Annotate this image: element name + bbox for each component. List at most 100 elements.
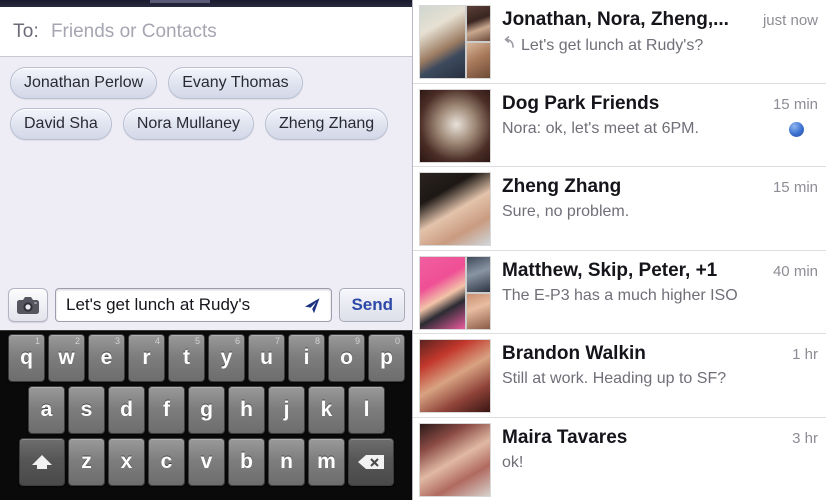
backspace-icon [358,455,384,469]
conversation-row[interactable]: Jonathan, Nora, Zheng,... just now Let's g… [413,0,826,84]
key-label: y [220,346,233,369]
camera-button[interactable] [8,288,48,322]
key-superscript: 6 [234,336,240,346]
key-label: m [317,450,336,473]
conversation-row[interactable]: Dog Park Friends 15 min Nora: ok, let's me… [413,83,826,167]
key-f[interactable]: f [148,386,185,434]
key-z[interactable]: z [68,438,105,486]
conversation-snippet-text: The E-P3 has a much higher ISO [502,286,738,304]
key-o[interactable]: 9o [328,334,365,382]
avatar-photo-main [420,173,490,245]
recipient-chip[interactable]: Nora Mullaney [122,108,254,140]
key-e[interactable]: 3e [88,334,125,382]
key-v[interactable]: v [188,438,225,486]
recipient-chip[interactable]: David Sha [10,108,112,140]
conversation-timestamp: 15 min [772,179,818,196]
keyboard-row-2: asdf g hjkl [0,386,412,434]
messenger-screen: To: Friends or Contacts Jonathan Perlow E… [0,0,826,500]
key-label: f [163,398,170,421]
conversation-timestamp: 15 min [772,95,818,113]
keyboard-row-1: 1q2w3e4r5t6y7u8i9o0p [0,334,412,382]
backspace-key[interactable] [348,438,394,486]
conversation-snippet-row: Sure, no problem. [502,198,818,221]
avatar-photo-stack [467,6,490,78]
key-l[interactable]: l [348,386,385,434]
avatar [419,422,491,497]
recipient-chip[interactable]: Zheng Zhang [264,108,389,140]
key-label: v [200,450,213,473]
key-superscript: 8 [314,336,320,346]
message-input[interactable]: Let's get lunch at Rudy's [55,288,333,322]
recipient-field-row[interactable]: To: Friends or Contacts [0,7,412,57]
key-label: c [160,450,173,473]
conversation-snippet-row: The E-P3 has a much higher ISO [502,282,818,305]
conversation-participants: Dog Park Friends [502,92,660,114]
conversation-participants: Maira Tavares [502,426,628,448]
paper-plane-icon[interactable] [302,295,323,316]
key-s[interactable]: s [68,386,105,434]
keyboard-row-3: zxc v b n m [0,438,412,486]
conversation-row[interactable]: Matthew, Skip, Peter, +1 40 min The E-P3 h… [413,250,826,334]
avatar [419,172,491,246]
avatar [419,339,491,413]
key-u[interactable]: 7u [248,334,285,382]
key-superscript: 3 [114,336,120,346]
key-label: g [200,398,213,421]
key-q[interactable]: 1q [8,334,45,382]
key-c[interactable]: c [148,438,185,486]
key-label: s [80,398,93,421]
reply-arrow-icon [502,36,516,55]
recipient-chip[interactable]: Jonathan Perlow [10,67,158,99]
shift-key[interactable] [19,438,65,486]
conversation-snippet-row: Nora: ok, let's meet at 6PM. [502,115,818,138]
send-button[interactable]: Send [339,288,405,322]
key-label: t [183,346,190,369]
key-superscript: 5 [194,336,200,346]
key-b[interactable]: b [228,438,265,486]
conversation-row[interactable]: Brandon Walkin 1 hr Still at work. Heading… [413,334,826,418]
key-h[interactable]: h [228,386,265,434]
unread-indicator [789,121,804,137]
key-label: n [280,450,293,473]
conversation-snippet-text: Nora: ok, let's meet at 6PM. [502,119,699,137]
avatar-photo-secondary [467,6,490,41]
key-superscript: 2 [74,336,80,346]
conversation-timestamp: 1 hr [792,346,818,363]
key-n[interactable]: n [268,438,305,486]
key-superscript: 0 [394,336,400,346]
status-bar [0,0,412,7]
conversation-list[interactable]: Jonathan, Nora, Zheng,... just now Let's g… [413,0,826,500]
key-j[interactable]: j [268,386,305,434]
key-label: h [240,398,253,421]
key-w[interactable]: 2w [48,334,85,382]
key-a[interactable]: a [28,386,65,434]
key-y[interactable]: 6y [208,334,245,382]
avatar-photo-secondary [467,43,490,78]
avatar-photo-main [420,89,490,162]
conversation-body: Brandon Walkin 1 hr Still at work. Heading… [491,339,818,388]
avatar [419,88,491,163]
key-g[interactable]: g [188,386,225,434]
key-superscript: 1 [34,336,40,346]
key-r[interactable]: 4r [128,334,165,382]
key-k[interactable]: k [308,386,345,434]
avatar-photo-stack [467,256,490,329]
conversation-body: Matthew, Skip, Peter, +1 40 min The E-P3 h… [491,256,818,305]
key-label: r [142,346,151,369]
key-label: b [240,450,253,473]
key-superscript: 7 [274,336,280,346]
shift-icon [32,455,52,469]
key-d[interactable]: d [108,386,145,434]
conversation-row[interactable]: Maira Tavares 3 hr ok! [413,417,826,500]
key-i[interactable]: 8i [288,334,325,382]
camera-icon [17,296,39,314]
avatar-photo-secondary [467,256,490,292]
conversation-row[interactable]: Zheng Zhang 15 min Sure, no problem. [413,167,826,251]
key-m[interactable]: m [308,438,345,486]
key-x[interactable]: x [108,438,145,486]
key-label: e [100,346,113,369]
key-label: w [58,346,75,369]
key-p[interactable]: 0p [368,334,405,382]
recipient-chip[interactable]: Evany Thomas [168,67,303,99]
key-t[interactable]: 5t [168,334,205,382]
